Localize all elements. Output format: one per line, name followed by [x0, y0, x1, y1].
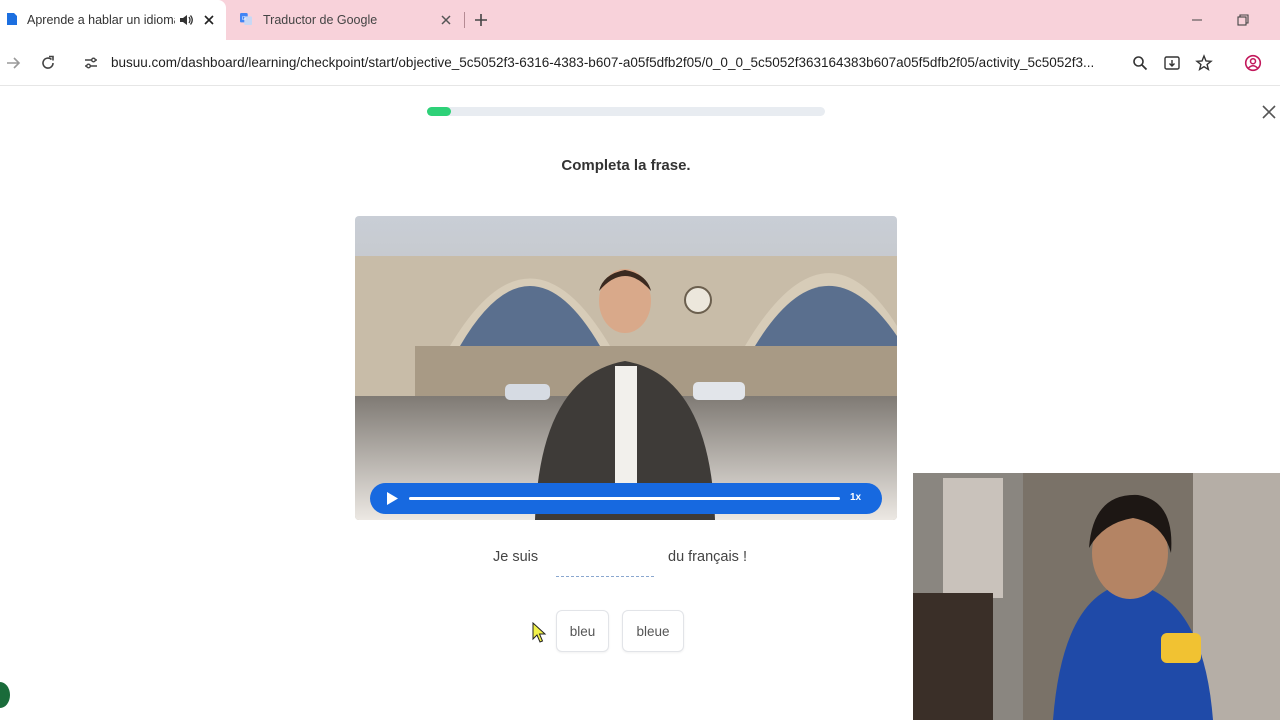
- close-tab-icon[interactable]: [201, 12, 217, 28]
- option-button[interactable]: bleue: [622, 610, 684, 652]
- tab-title: Aprende a hablar un idioma: [27, 13, 175, 27]
- speaker-icon[interactable]: [178, 12, 194, 28]
- tab-separator: [464, 12, 465, 28]
- tab-google-translate[interactable]: G Traductor de Google: [230, 0, 462, 40]
- reload-icon[interactable]: [39, 54, 57, 72]
- install-app-icon[interactable]: [1163, 54, 1181, 72]
- tab-strip: Aprende a hablar un idioma G Traductor d…: [0, 0, 1280, 40]
- video-frame-image: [355, 216, 897, 520]
- video-player-controls: 1x: [370, 483, 882, 514]
- restore-icon[interactable]: [1235, 12, 1251, 28]
- close-lesson-icon[interactable]: [1260, 103, 1278, 121]
- tab-title: Traductor de Google: [263, 13, 378, 27]
- lesson-video[interactable]: [355, 216, 897, 520]
- forward-arrow-icon[interactable]: [4, 54, 22, 72]
- site-settings-icon[interactable]: [82, 54, 100, 72]
- busuu-favicon-icon: [7, 13, 17, 25]
- instruction-text: Completa la frase.: [561, 157, 691, 174]
- answer-blank[interactable]: [556, 576, 654, 577]
- option-button[interactable]: bleu: [556, 610, 609, 652]
- google-translate-favicon-icon: G: [240, 13, 252, 25]
- sentence-before: Je suis: [493, 549, 539, 565]
- seek-bar[interactable]: [409, 497, 840, 500]
- lesson-progress-bar: [427, 107, 825, 116]
- url-text[interactable]: busuu.com/dashboard/learning/checkpoint/…: [111, 55, 1121, 70]
- play-icon[interactable]: [385, 491, 399, 506]
- webcam-overlay: [913, 473, 1280, 720]
- new-tab-icon[interactable]: [473, 12, 489, 28]
- playback-speed[interactable]: 1x: [850, 492, 861, 503]
- minimize-icon[interactable]: [1189, 12, 1205, 28]
- sentence-after: du français !: [668, 549, 747, 565]
- zoom-icon[interactable]: [1131, 54, 1149, 72]
- webcam-image: [913, 473, 1280, 720]
- floating-widget[interactable]: [0, 682, 10, 708]
- close-tab-icon[interactable]: [438, 12, 454, 28]
- tab-busuu[interactable]: Aprende a hablar un idioma: [0, 0, 226, 40]
- address-toolbar: busuu.com/dashboard/learning/checkpoint/…: [0, 40, 1280, 86]
- svg-text:G: G: [242, 16, 246, 22]
- profile-icon[interactable]: [1244, 54, 1262, 72]
- mouse-cursor-icon: [532, 622, 547, 643]
- lesson-progress-fill: [427, 107, 451, 116]
- bookmark-star-icon[interactable]: [1195, 54, 1213, 72]
